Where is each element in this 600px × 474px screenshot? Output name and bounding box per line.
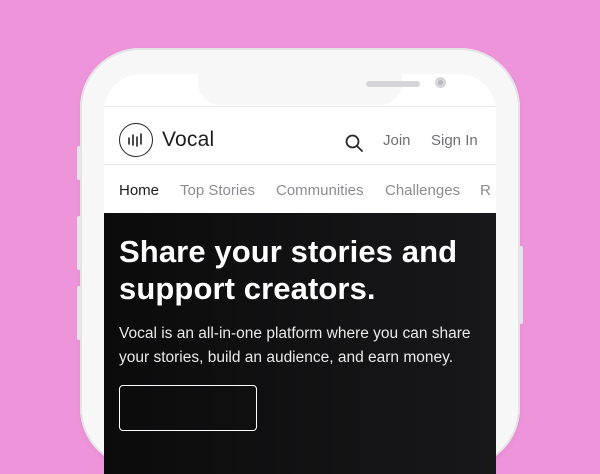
volume-down-button — [77, 286, 81, 340]
front-camera — [435, 77, 446, 88]
phone-screen: Vocal Join Sign In Home Top Stories Comm… — [104, 74, 496, 474]
nav-item-top-stories[interactable]: Top Stories — [180, 182, 255, 199]
join-link[interactable]: Join — [383, 132, 411, 149]
search-icon[interactable] — [344, 133, 364, 153]
hero-section: Share your stories and support creators.… — [104, 213, 496, 474]
nav-item-communities[interactable]: Communities — [276, 182, 364, 199]
nav-item-challenges[interactable]: Challenges — [385, 182, 460, 199]
power-button — [519, 246, 523, 324]
mute-switch — [77, 146, 81, 180]
site-header: Vocal Join Sign In — [104, 106, 496, 165]
hero-description: Vocal is an all-in-one platform where yo… — [119, 325, 471, 366]
phone-notch — [198, 74, 446, 105]
main-nav: Home Top Stories Communities Challenges … — [104, 164, 496, 213]
speaker-grille — [366, 81, 420, 87]
hero-title: Share your stories and support creators. — [119, 234, 458, 306]
volume-up-button — [77, 216, 81, 270]
sign-in-link[interactable]: Sign In — [431, 132, 478, 149]
phone-frame: Vocal Join Sign In Home Top Stories Comm… — [77, 48, 523, 474]
hero-cta-button[interactable] — [119, 385, 257, 431]
sound-wave-circle-icon[interactable] — [119, 123, 153, 157]
nav-item-home[interactable]: Home — [119, 182, 159, 199]
brand-name[interactable]: Vocal — [162, 128, 214, 152]
nav-item-overflow[interactable]: R — [480, 182, 491, 199]
